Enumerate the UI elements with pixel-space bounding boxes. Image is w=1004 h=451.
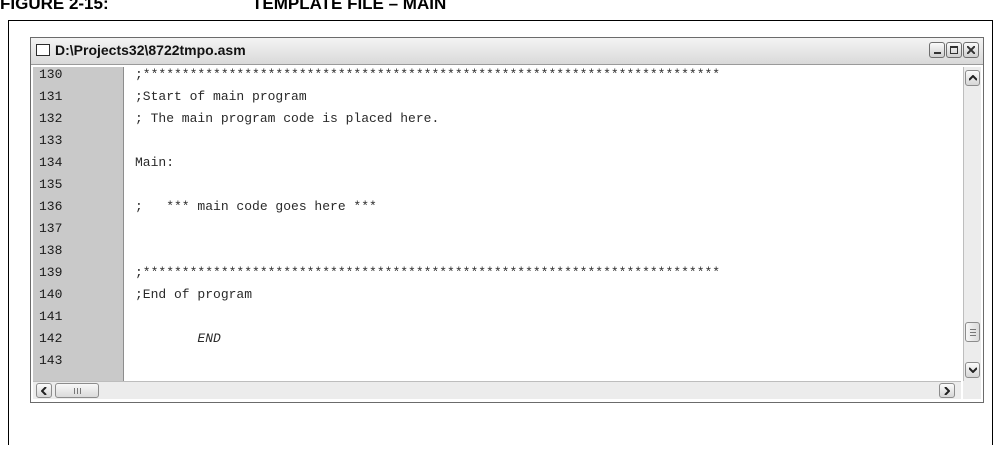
chevron-up-icon [969,75,977,81]
code-line[interactable]: 132 ; The main program code is placed her… [33,108,961,130]
close-button[interactable] [963,42,979,58]
line-number: 134 [39,155,63,170]
code-text[interactable]: END [135,328,220,350]
grip-line [77,388,78,394]
line-number: 136 [39,199,63,214]
code-editor[interactable]: 130 ;************************************… [33,67,961,381]
vertical-scroll-thumb[interactable] [965,322,980,342]
line-number: 132 [39,111,63,126]
grip-line [970,329,976,330]
line-number: 141 [39,309,63,324]
code-line[interactable]: 130 ;************************************… [33,67,961,86]
chevron-down-icon [969,367,977,373]
grip-line [970,332,976,333]
figure-title: TEMPLATE FILE – MAIN [252,0,447,13]
code-line[interactable]: 134 Main: [33,152,961,174]
line-number: 139 [39,265,63,280]
line-number: 133 [39,133,63,148]
vertical-scrollbar[interactable] [963,67,981,381]
code-line[interactable]: 142 END [33,328,961,350]
code-line[interactable]: 138 [33,240,961,262]
code-line[interactable]: 137 [33,218,961,240]
scroll-down-button[interactable] [965,362,980,378]
close-icon [967,46,975,54]
scroll-right-button[interactable] [939,383,955,398]
line-number: 142 [39,331,63,346]
code-text[interactable]: Main: [135,152,174,174]
horizontal-scroll-thumb[interactable] [55,383,99,398]
line-number: 138 [39,243,63,258]
code-text[interactable]: ;Start of main program [135,86,307,108]
scroll-left-button[interactable] [36,383,52,398]
code-line[interactable]: 141 [33,306,961,328]
code-line[interactable]: 133 [33,130,961,152]
code-text[interactable]: ;***************************************… [135,67,720,86]
figure-label: FIGURE 2-15: [0,0,109,13]
window-controls [929,42,979,58]
line-number: 143 [39,353,63,368]
editor-window: D:\Projects32\8722tmpo.asm 130 ;*********… [30,37,984,403]
horizontal-scrollbar[interactable] [33,381,961,399]
line-number: 130 [39,67,63,82]
code-line[interactable]: 140 ;End of program [33,284,961,306]
code-line[interactable]: 135 [33,174,961,196]
line-number: 137 [39,221,63,236]
code-line[interactable]: 139 ;************************************… [33,262,961,284]
minimize-button[interactable] [929,42,945,58]
grip-line [970,335,976,336]
code-line[interactable]: 136 ; *** main code goes here *** [33,196,961,218]
code-line[interactable]: 143 [33,350,961,372]
line-number: 140 [39,287,63,302]
document-icon [36,44,50,56]
code-line[interactable]: 131 ;Start of main program [33,86,961,108]
chevron-right-icon [944,387,950,395]
maximize-button[interactable] [946,42,962,58]
scroll-corner [963,381,981,399]
minimize-icon [934,52,941,54]
grip-line [80,388,81,394]
maximize-icon [950,46,958,54]
title-bar[interactable]: D:\Projects32\8722tmpo.asm [31,38,983,65]
line-number: 135 [39,177,63,192]
code-text[interactable]: ;End of program [135,284,252,306]
code-text[interactable]: ;***************************************… [135,262,720,284]
line-number: 131 [39,89,63,104]
chevron-left-icon [41,387,47,395]
grip-line [74,388,75,394]
scroll-up-button[interactable] [965,70,980,86]
window-title: D:\Projects32\8722tmpo.asm [55,42,246,58]
code-text[interactable]: ; *** main code goes here *** [135,196,377,218]
code-text[interactable]: ; The main program code is placed here. [135,108,439,130]
figure-caption: FIGURE 2-15: TEMPLATE FILE – MAIN [0,0,446,14]
